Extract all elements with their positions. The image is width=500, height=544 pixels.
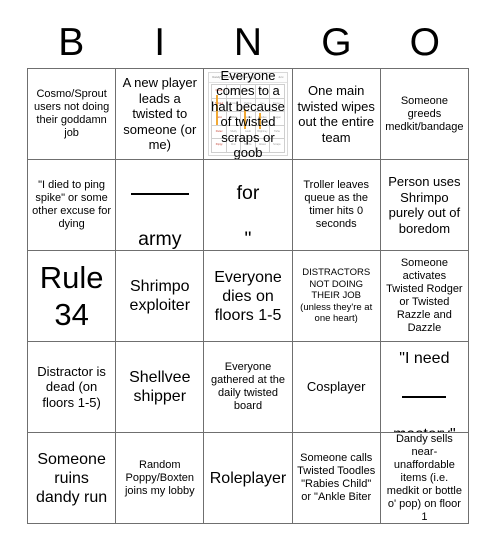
bingo-cell-g5-text: Someone calls Twisted Toodles "Rabies Ch… — [297, 452, 376, 503]
bingo-letter-b: B — [58, 21, 85, 64]
bingo-cell-n3-text: Everyone dies on floors 1-5 — [214, 268, 282, 324]
bingo-grid: Cosmo/Sprout users not doing their godda… — [27, 68, 469, 524]
bingo-cell-n1[interactable]: Dandy's World Public Server Bingo Jul ▾ … — [204, 69, 293, 160]
bingo-cell-i2[interactable]: army — [116, 160, 205, 251]
bingo-cell-i3[interactable]: Shrimpo exploiter — [116, 251, 205, 342]
bingo-cell-n4-text: Everyone gathered at the daily twisted b… — [210, 361, 285, 412]
bingo-cell-b1-text: Cosmo/Sprout users not doing their godda… — [33, 88, 110, 139]
bingo-cell-b4-text: Distractor is dead (on floors 1-5) — [37, 363, 106, 410]
bingo-cell-i4[interactable]: Shellvee shipper — [116, 342, 205, 433]
bingo-cell-g2-text: Troller leaves queue as the timer hits 0… — [303, 179, 369, 230]
bingo-cell-o5-text: Dandy sells near-unaffordable items (i.e… — [386, 433, 462, 523]
bingo-cell-o5[interactable]: Dandy sells near-unaffordable items (i.e… — [380, 433, 469, 524]
bingo-cell-o3-text: Someone activates Twisted Rodger or Twis… — [386, 257, 463, 334]
bingo-letter-o: O — [409, 21, 440, 64]
bingo-cell-n1-text: Everyone comes to a halt because of twis… — [211, 69, 285, 160]
bingo-cell-n5[interactable]: Roleplayer — [204, 433, 293, 524]
bingo-cell-o1[interactable]: Someone greeds medkit/bandage — [380, 69, 469, 160]
bingo-cell-g1[interactable]: One main twisted wipes out the entire te… — [292, 69, 381, 160]
bingo-cell-i4-text: Shellvee shipper — [129, 369, 191, 405]
bingo-cell-o3[interactable]: Someone activates Twisted Rodger or Twis… — [380, 251, 469, 342]
bingo-cell-i3-text: Shrimpo exploiter — [129, 278, 191, 314]
bingo-card-page: B I N G O Cosmo/Sprout users not doing t… — [0, 0, 500, 544]
bingo-cell-n2[interactable]: "ABC for " — [204, 160, 293, 251]
bingo-cell-o4-line1: "I need — [399, 350, 450, 367]
bingo-header: B I N G O — [27, 20, 469, 66]
bingo-cell-b1[interactable]: Cosmo/Sprout users not doing their godda… — [28, 69, 117, 160]
bingo-cell-b2[interactable]: "I died to ping spike" or some other exc… — [28, 160, 117, 251]
bingo-cell-n2-text: "ABC for " — [207, 160, 288, 250]
bingo-cell-b4[interactable]: Distractor is dead (on floors 1-5) — [28, 342, 117, 433]
bingo-cell-g3[interactable]: DISTRACTORS NOT DOING THEIR JOB (unless … — [292, 251, 381, 342]
bingo-cell-g1-text: One main twisted wipes out the entire te… — [297, 83, 375, 145]
bingo-cell-o2[interactable]: Person uses Shrimpo purely out of boredo… — [380, 160, 469, 251]
bingo-letter-g: G — [321, 21, 352, 64]
bingo-cell-g5[interactable]: Someone calls Twisted Toodles "Rabies Ch… — [292, 433, 381, 524]
bingo-cell-b5[interactable]: Someone ruins dandy run — [28, 433, 117, 524]
bingo-cell-i2-text: army — [119, 160, 200, 250]
bingo-cell-i2-blank — [130, 192, 189, 195]
bingo-cell-o1-text: Someone greeds medkit/bandage — [385, 94, 464, 133]
bingo-cell-b2-text: "I died to ping spike" or some other exc… — [32, 179, 112, 230]
bingo-cell-n2-quote: " — [244, 228, 252, 250]
bingo-cell-n4[interactable]: Everyone gathered at the daily twisted b… — [204, 342, 293, 433]
bingo-cell-i2-word: army — [138, 228, 182, 250]
bingo-cell-o4-blank — [402, 395, 447, 398]
bingo-cell-b3-text: Rule 34 — [39, 260, 104, 332]
bingo-cell-n5-text: Roleplayer — [209, 469, 287, 487]
bingo-cell-n2-line2: for — [236, 182, 260, 204]
bingo-cell-g4[interactable]: Cosplayer — [292, 342, 381, 433]
bingo-cell-i1[interactable]: A new player leads a twisted to someone … — [116, 69, 205, 160]
bingo-cell-o4-text: "I need mastery" — [384, 342, 465, 432]
bingo-letter-n: N — [233, 21, 263, 64]
bingo-cell-o2-text: Person uses Shrimpo purely out of boredo… — [388, 174, 461, 236]
bingo-cell-o4-line2: mastery" — [393, 426, 456, 432]
bingo-cell-i5[interactable]: Random Poppy/Boxten joins my lobby — [116, 433, 205, 524]
bingo-cell-b3[interactable]: Rule 34 — [28, 251, 117, 342]
bingo-letter-i: I — [154, 21, 166, 64]
bingo-cell-b5-text: Someone ruins dandy run — [36, 450, 108, 506]
bingo-cell-n3[interactable]: Everyone dies on floors 1-5 — [204, 251, 293, 342]
bingo-cell-i1-text: A new player leads a twisted to someone … — [122, 75, 197, 153]
bingo-cell-o4[interactable]: "I need mastery" — [380, 342, 469, 433]
bingo-cell-g3-text: DISTRACTORS NOT DOING THEIR JOB (unless … — [300, 267, 373, 325]
bingo-cell-g2[interactable]: Troller leaves queue as the timer hits 0… — [292, 160, 381, 251]
bingo-cell-g4-text: Cosplayer — [306, 379, 366, 395]
bingo-cell-i5-text: Random Poppy/Boxten joins my lobby — [124, 458, 195, 497]
